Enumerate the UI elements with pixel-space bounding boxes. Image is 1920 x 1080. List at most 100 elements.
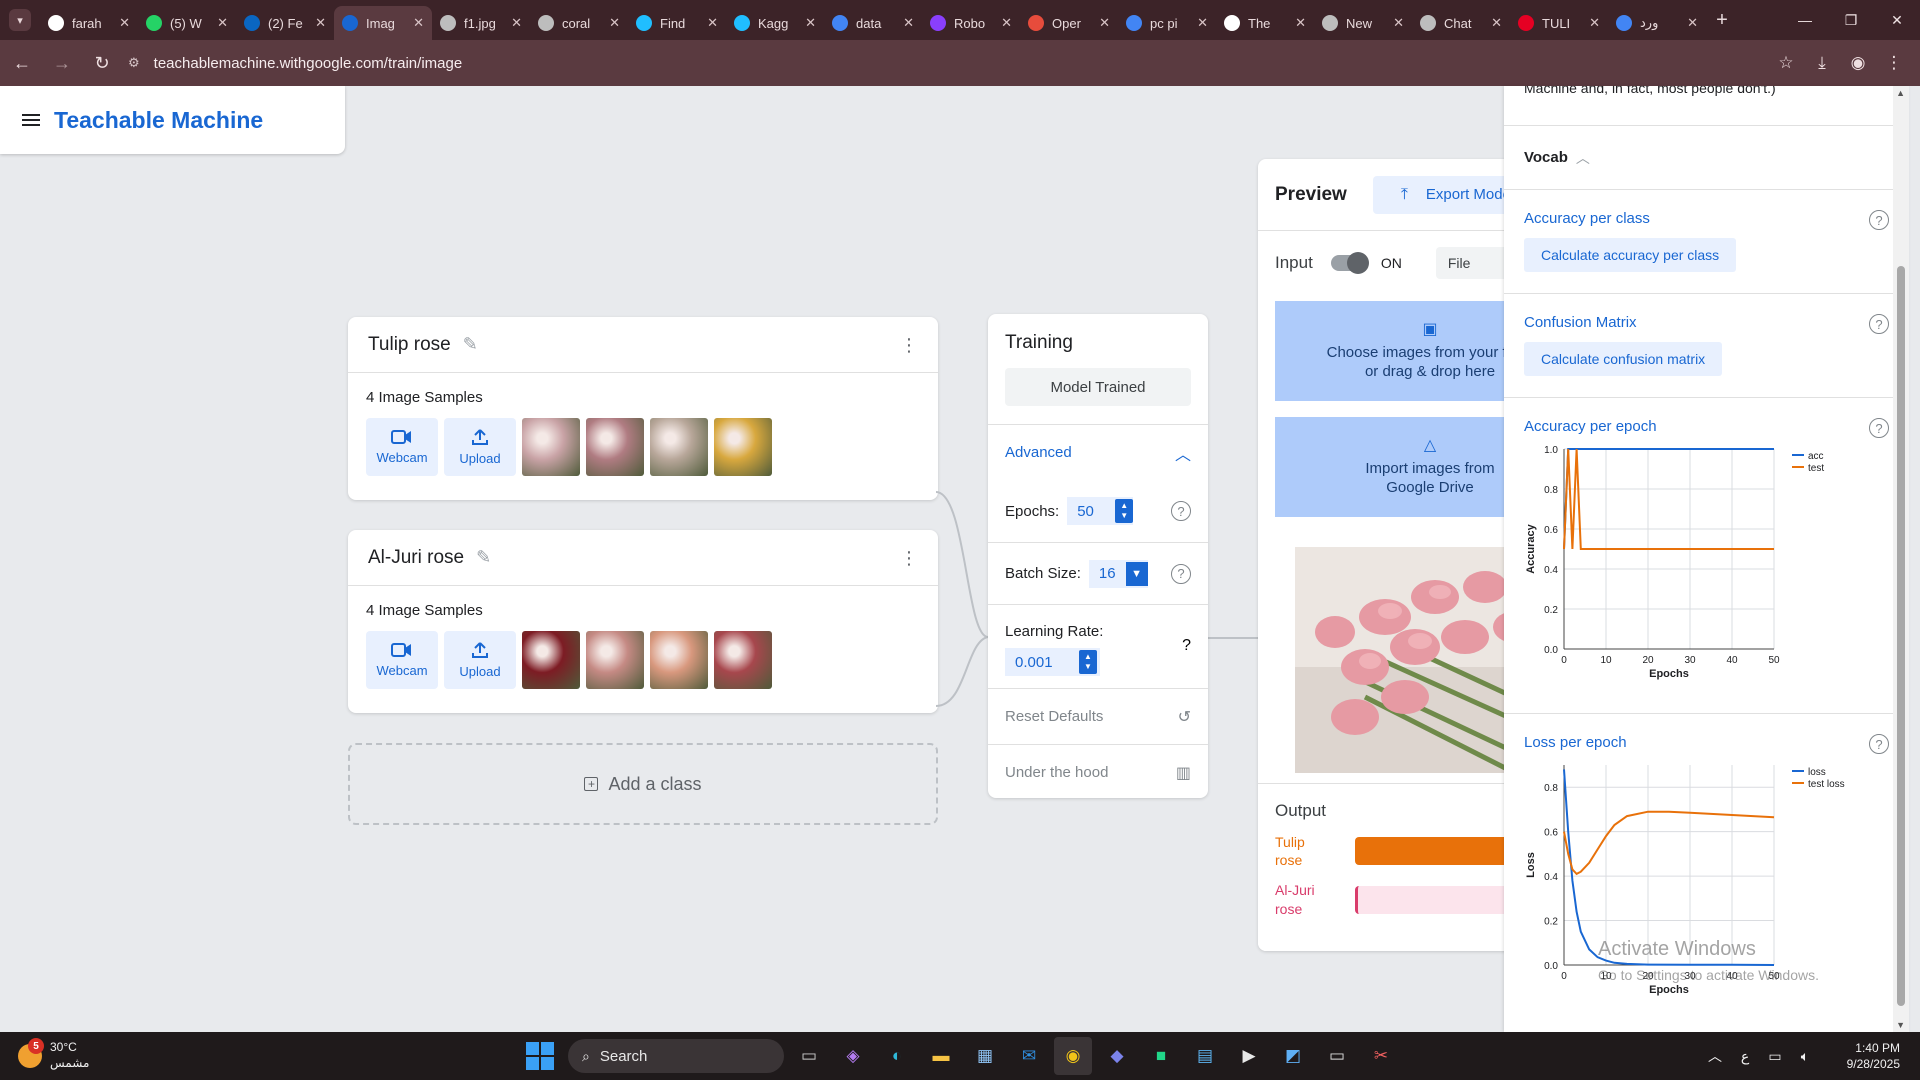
close-window-button[interactable]: ✕ (1874, 0, 1920, 40)
browser-tab[interactable]: Find ✕ (628, 6, 726, 40)
sample-thumbnail[interactable] (522, 418, 580, 476)
edge-icon[interactable]: ◐ (878, 1037, 916, 1075)
advanced-toggle[interactable]: Advanced ︿ (988, 424, 1208, 480)
close-tab-icon[interactable]: ✕ (1295, 15, 1306, 31)
webcam-button[interactable]: Webcam (366, 418, 438, 476)
network-icon[interactable]: ▭ (1760, 1048, 1790, 1065)
batch-size-select[interactable]: 16 ▼ (1088, 559, 1148, 588)
sample-thumbnail[interactable] (586, 418, 644, 476)
language-indicator[interactable]: ع (1730, 1048, 1760, 1065)
learning-rate-stepper[interactable]: ▲ ▼ (1079, 650, 1097, 674)
terminal-icon[interactable]: ▭ (1318, 1037, 1356, 1075)
weather-widget[interactable]: 5 30°C مشمس (18, 1038, 168, 1071)
browser-tab[interactable]: data ✕ (824, 6, 922, 40)
close-tab-icon[interactable]: ✕ (511, 15, 522, 31)
address-bar[interactable]: ⚙ teachablemachine.withgoogle.com/train/… (128, 46, 1756, 80)
site-info-icon[interactable]: ⚙ (128, 55, 140, 71)
more-menu-icon[interactable]: ⋮ (1876, 45, 1912, 81)
browser-tab[interactable]: Kagg ✕ (726, 6, 824, 40)
help-icon[interactable]: ? (1869, 418, 1889, 438)
browser-tab[interactable]: farah ✕ (40, 6, 138, 40)
outlook-icon[interactable]: ✉ (1010, 1037, 1048, 1075)
snipping-tool-icon[interactable]: ✂ (1362, 1037, 1400, 1075)
close-tab-icon[interactable]: ✕ (413, 15, 424, 31)
chrome-icon[interactable]: ◉ (1054, 1037, 1092, 1075)
close-tab-icon[interactable]: ✕ (1491, 15, 1502, 31)
reset-defaults-button[interactable]: Reset Defaults ↺ (988, 688, 1208, 744)
class-name[interactable]: Tulip rose (368, 334, 451, 356)
sample-thumbnail[interactable] (714, 631, 772, 689)
file-explorer-icon[interactable]: ▬ (922, 1037, 960, 1075)
class-name[interactable]: Al-Juri rose (368, 547, 464, 569)
store-icon[interactable]: ▦ (966, 1037, 1004, 1075)
browser-tab[interactable]: Imag ✕ (334, 6, 432, 40)
windows-start-icon[interactable] (526, 1042, 554, 1070)
panel-scrollbar[interactable]: ▲ ▼ (1893, 86, 1909, 1032)
task-view-icon[interactable]: ▭ (790, 1037, 828, 1075)
close-tab-icon[interactable]: ✕ (1197, 15, 1208, 31)
dropdown-arrow-icon[interactable]: ▼ (1125, 561, 1148, 586)
upload-button[interactable]: Upload (444, 631, 516, 689)
profile-icon[interactable]: ◉ (1840, 45, 1876, 81)
learning-rate-input[interactable]: 0.001 ▲ ▼ (1005, 648, 1100, 676)
add-class-button[interactable]: + Add a class (348, 743, 938, 825)
under-the-hood-button[interactable]: Under the hood ▥ (988, 744, 1208, 800)
close-tab-icon[interactable]: ✕ (217, 15, 228, 31)
edit-pencil-icon[interactable]: ✎ (476, 547, 491, 568)
epochs-stepper[interactable]: ▲ ▼ (1115, 499, 1134, 523)
close-tab-icon[interactable]: ✕ (805, 15, 816, 31)
new-tab-button[interactable]: + (1706, 9, 1738, 32)
chevron-up-icon[interactable]: ︿ (1700, 1046, 1730, 1066)
forward-button[interactable]: → (44, 45, 80, 81)
notepad-icon[interactable]: ▤ (1186, 1037, 1224, 1075)
close-tab-icon[interactable]: ✕ (1001, 15, 1012, 31)
pycharm-icon[interactable]: ■ (1142, 1037, 1180, 1075)
close-tab-icon[interactable]: ✕ (609, 15, 620, 31)
photos-icon[interactable]: ◩ (1274, 1037, 1312, 1075)
help-icon[interactable]: ? (1869, 734, 1889, 754)
help-icon[interactable]: ? (1171, 501, 1191, 521)
calculate-confusion-button[interactable]: Calculate confusion matrix (1524, 342, 1723, 376)
close-tab-icon[interactable]: ✕ (315, 15, 326, 31)
close-tab-icon[interactable]: ✕ (903, 15, 914, 31)
calculate-accuracy-button[interactable]: Calculate accuracy per class (1524, 238, 1737, 272)
scrollbar-thumb[interactable] (1897, 266, 1905, 1006)
scroll-up-icon[interactable]: ▲ (1896, 88, 1905, 98)
vocab-toggle[interactable]: Vocab ︿ (1504, 126, 1909, 190)
class-options-icon[interactable]: ⋮ (900, 549, 918, 567)
browser-tab[interactable]: New ✕ (1314, 6, 1412, 40)
clock[interactable]: 1:40 PM 9/28/2025 (1820, 1040, 1900, 1072)
browser-tab[interactable]: Robo ✕ (922, 6, 1020, 40)
browser-tab[interactable]: pc pi ✕ (1118, 6, 1216, 40)
teams-icon[interactable]: ◆ (1098, 1037, 1136, 1075)
browser-tab[interactable]: f1.jpg ✕ (432, 6, 530, 40)
restore-button[interactable]: ❐ (1828, 0, 1874, 40)
upload-button[interactable]: Upload (444, 418, 516, 476)
copilot-icon[interactable]: ◈ (834, 1037, 872, 1075)
browser-tab[interactable]: ورد ✕ (1608, 6, 1706, 40)
help-icon[interactable]: ? (1869, 314, 1889, 334)
browser-tab[interactable]: Chat ✕ (1412, 6, 1510, 40)
epochs-input[interactable]: 50 ▲ ▼ (1067, 497, 1134, 525)
train-model-button[interactable]: Model Trained (1005, 368, 1191, 406)
downloads-icon[interactable]: ⤓ (1804, 45, 1840, 81)
help-icon[interactable]: ? (1869, 210, 1889, 230)
tab-search-button[interactable]: ▾ (0, 0, 40, 40)
edit-pencil-icon[interactable]: ✎ (463, 334, 478, 355)
class-options-icon[interactable]: ⋮ (900, 336, 918, 354)
back-button[interactable]: ← (4, 45, 40, 81)
close-tab-icon[interactable]: ✕ (1099, 15, 1110, 31)
minimize-button[interactable]: — (1782, 0, 1828, 40)
browser-tab[interactable]: The ✕ (1216, 6, 1314, 40)
hamburger-menu-icon[interactable] (22, 114, 40, 126)
close-tab-icon[interactable]: ✕ (1687, 15, 1698, 31)
scroll-down-icon[interactable]: ▼ (1896, 1020, 1905, 1030)
volume-icon[interactable]: 🔈︎ (1790, 1048, 1820, 1065)
browser-tab[interactable]: TULI ✕ (1510, 6, 1608, 40)
help-icon[interactable]: ? (1171, 563, 1191, 584)
sample-thumbnail[interactable] (650, 418, 708, 476)
browser-tab[interactable]: (2) Fe ✕ (236, 6, 334, 40)
sample-thumbnail[interactable] (714, 418, 772, 476)
close-tab-icon[interactable]: ✕ (707, 15, 718, 31)
sample-thumbnail[interactable] (522, 631, 580, 689)
